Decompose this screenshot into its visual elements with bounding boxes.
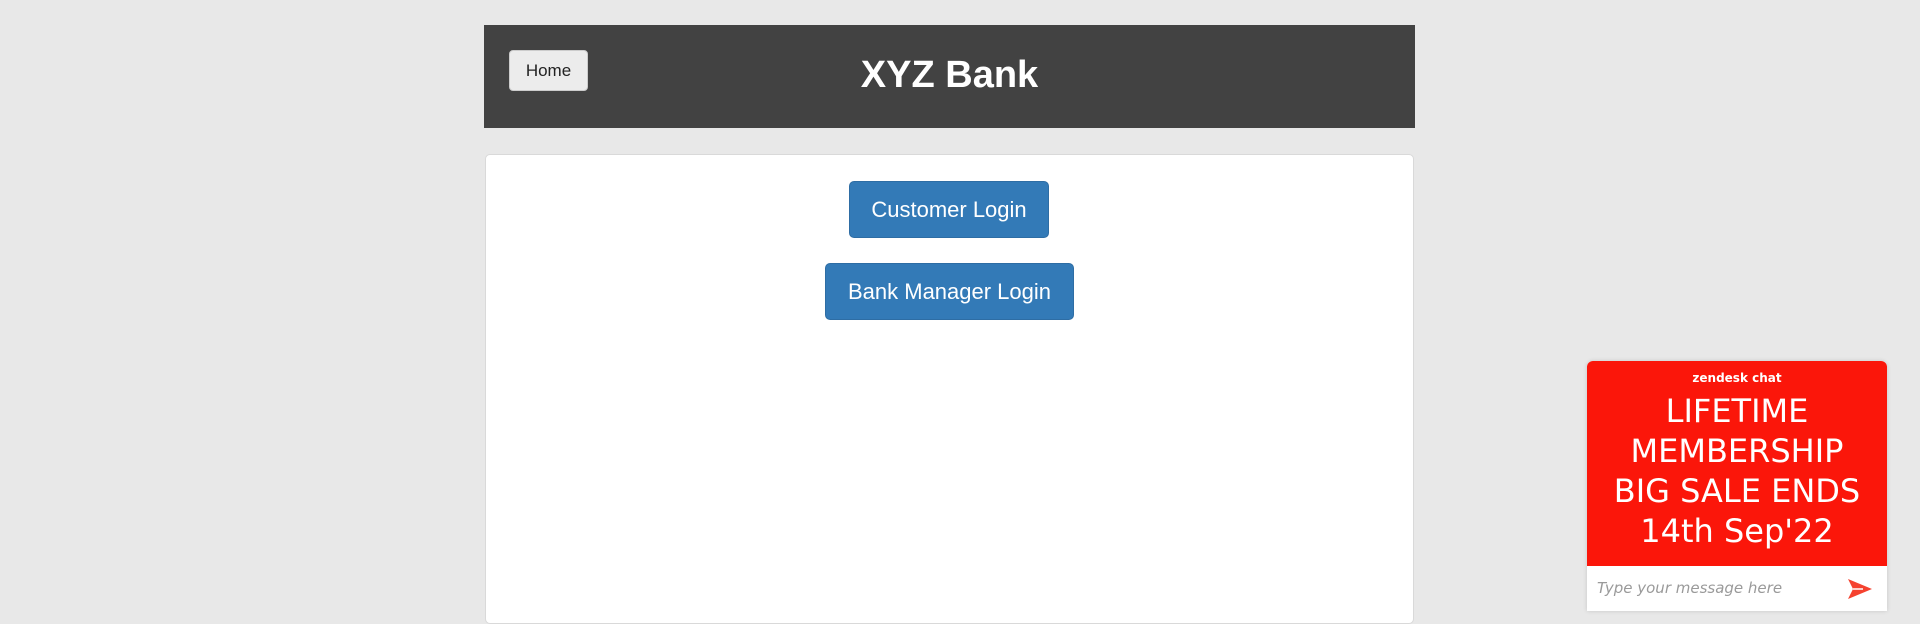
chat-promo-banner[interactable]: zendesk chat LIFETIME MEMBERSHIP BIG SAL… [1587,361,1887,566]
chat-brand-label: zendesk chat [1692,371,1782,385]
promo-line: LIFETIME [1665,392,1809,430]
page-title: XYZ Bank [860,54,1039,96]
chat-input-row [1587,566,1887,611]
customer-login-button[interactable]: Customer Login [849,181,1049,238]
promo-line: MEMBERSHIP [1630,432,1844,470]
chat-promo-text: LIFETIME MEMBERSHIP BIG SALE ENDS 14th S… [1587,391,1887,551]
bank-manager-login-button[interactable]: Bank Manager Login [825,263,1074,320]
chat-message-input[interactable] [1597,574,1837,602]
main-panel: Customer Login Bank Manager Login [485,154,1414,624]
promo-line: 14th Sep'22 [1640,512,1834,550]
chat-widget[interactable]: zendesk chat LIFETIME MEMBERSHIP BIG SAL… [1587,361,1887,611]
promo-line: BIG SALE ENDS [1613,472,1861,510]
bank-header: Home XYZ Bank [484,25,1415,128]
send-arrow-icon[interactable] [1847,577,1873,601]
